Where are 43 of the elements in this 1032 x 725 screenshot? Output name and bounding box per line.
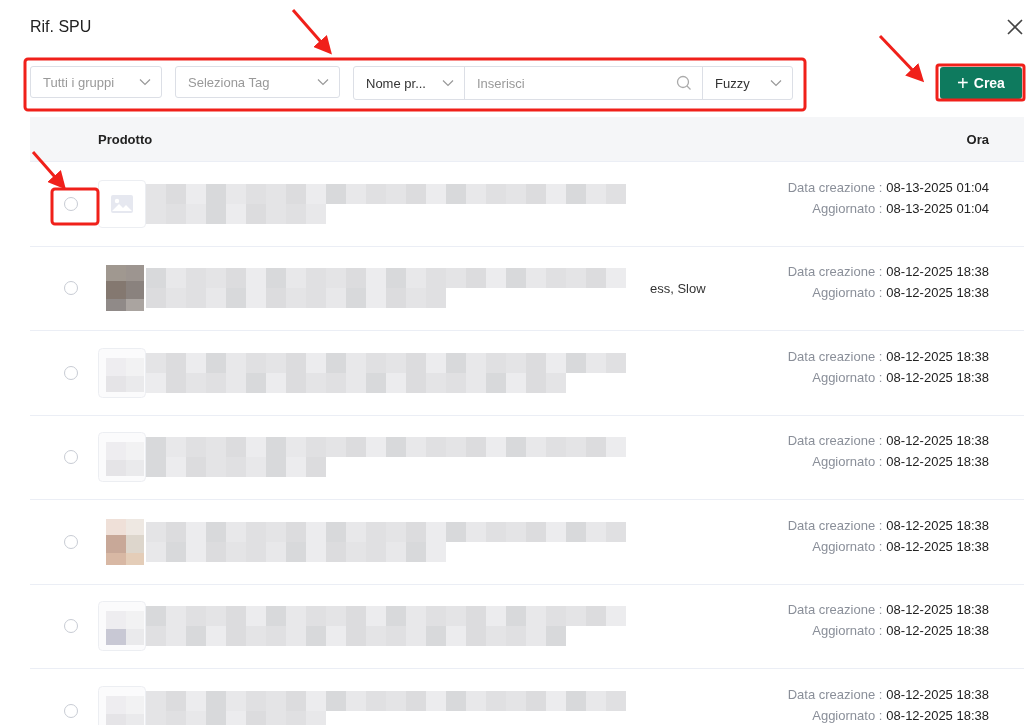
close-icon[interactable]	[1006, 18, 1024, 36]
group-dropdown[interactable]: Tutti i gruppi	[30, 66, 162, 98]
annotation-arrow	[31, 151, 66, 190]
updated-time: 08-12-2025 18:38	[886, 707, 989, 723]
created-label: Data creazione :	[787, 179, 883, 195]
updated-time: 08-13-2025 01:04	[886, 200, 989, 216]
created-time: 08-13-2025 01:04	[886, 179, 989, 195]
updated-label: Aggiornato :	[812, 454, 883, 470]
annotation-arrow	[878, 34, 925, 83]
create-button[interactable]: + Crea	[940, 67, 1022, 99]
updated-time: 08-12-2025 18:38	[886, 538, 989, 554]
updated-label: Aggiornato :	[812, 200, 883, 216]
updated-time: 08-12-2025 18:38	[886, 285, 989, 301]
column-header: Ora	[966, 131, 989, 147]
product-name: ess, Slow	[650, 280, 706, 296]
created-label: Data creazione :	[787, 264, 883, 280]
dialog-title: Rif. SPU	[30, 18, 92, 36]
column-header: Prodotto	[98, 131, 153, 147]
created-time: 08-12-2025 18:38	[886, 602, 989, 618]
image-placeholder-icon	[98, 179, 146, 228]
updated-time: 08-12-2025 18:38	[886, 454, 989, 470]
created-label: Data creazione :	[787, 433, 883, 449]
tag-dropdown[interactable]: Seleziona Tag	[175, 66, 340, 98]
created-label: Data creazione :	[787, 348, 883, 364]
updated-time: 08-12-2025 18:38	[886, 369, 989, 385]
created-time: 08-12-2025 18:38	[886, 433, 989, 449]
created-label: Data creazione :	[787, 686, 883, 702]
updated-time: 08-12-2025 18:38	[886, 623, 989, 639]
created-time: 08-12-2025 18:38	[886, 348, 989, 364]
created-time: 08-12-2025 18:38	[886, 517, 989, 533]
created-time: 08-12-2025 18:38	[886, 264, 989, 280]
updated-label: Aggiornato :	[812, 285, 883, 301]
created-label: Data creazione :	[787, 602, 883, 618]
updated-label: Aggiornato :	[812, 707, 883, 723]
created-time: 08-12-2025 18:38	[886, 686, 989, 702]
chevron-down-icon	[317, 78, 329, 86]
created-label: Data creazione :	[787, 517, 883, 533]
updated-label: Aggiornato :	[812, 538, 883, 554]
updated-label: Aggiornato :	[812, 623, 883, 639]
chevron-down-icon	[139, 78, 151, 86]
updated-label: Aggiornato :	[812, 369, 883, 385]
annotation-arrow	[291, 9, 332, 55]
annotation-box	[50, 187, 100, 226]
